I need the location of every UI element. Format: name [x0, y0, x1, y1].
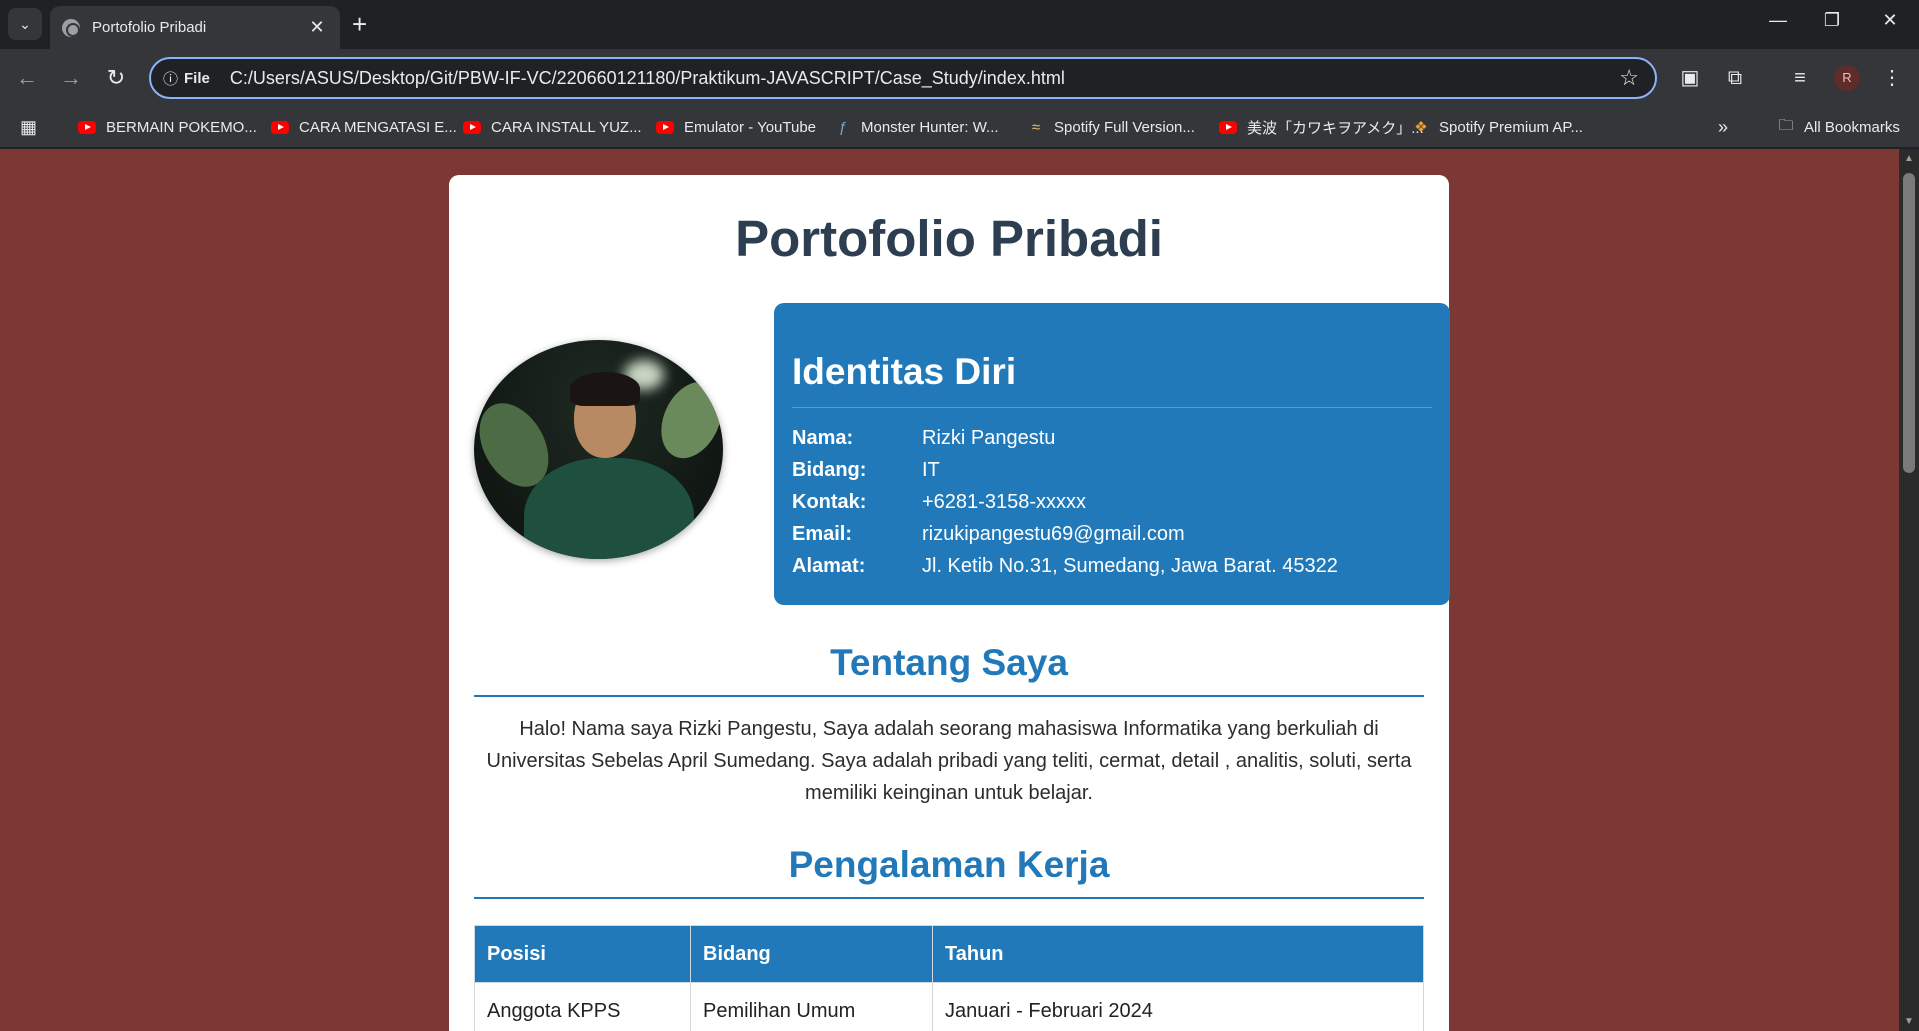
browser-toolbar: ← → ↻ ⓘ File C:/Users/ASUS/Desktop/Git/P…: [0, 49, 1919, 106]
identity-row-field: Bidang: IT: [792, 454, 1432, 486]
identity-row-email: Email: rizukipangestu69@gmail.com: [792, 518, 1432, 550]
scrollbar-thumb[interactable]: [1903, 173, 1915, 473]
more-bookmarks-icon[interactable]: »: [1718, 116, 1728, 138]
experience-table: Posisi Bidang Tahun Anggota KPPS Pemilih…: [474, 925, 1424, 1031]
bookmarks-bar: ▦ BERMAIN POKEMO... CARA MENGATASI E... …: [0, 106, 1919, 148]
reload-icon[interactable]: ↻: [101, 63, 131, 93]
identity-heading: Identitas Diri: [792, 351, 1432, 408]
identity-key: Kontak:: [792, 490, 867, 513]
identity-key: Nama:: [792, 426, 854, 449]
youtube-icon: [78, 120, 96, 134]
bookmark-item[interactable]: Emulator - YouTube: [656, 116, 816, 138]
bookmark-label: CARA MENGATASI E...: [299, 118, 457, 136]
bookmark-item[interactable]: CARA MENGATASI E...: [271, 116, 457, 138]
all-bookmarks-button[interactable]: 🗀 All Bookmarks: [1776, 116, 1900, 138]
globe-icon: [62, 18, 80, 37]
identity-value: +6281-3158-xxxxx: [922, 490, 1086, 513]
info-icon[interactable]: ⓘ: [163, 68, 178, 89]
profile-photo: [474, 340, 723, 559]
extension-image-icon[interactable]: ▣: [1676, 65, 1704, 91]
page-title: Portofolio Pribadi: [735, 210, 1163, 267]
minimize-icon[interactable]: —: [1758, 10, 1798, 31]
bookmark-label: Spotify Premium AP...: [1439, 118, 1583, 136]
bookmark-item[interactable]: 美波「カワキヲアメク」...: [1219, 116, 1424, 138]
identity-row-address: Alamat: Jl. Ketib No.31, Sumedang, Jawa …: [792, 550, 1432, 582]
close-tab-icon[interactable]: ✕: [306, 17, 328, 38]
spotify-premium-icon: ❖: [1414, 119, 1428, 136]
tab-title: Portofolio Pribadi: [92, 19, 207, 36]
tab-search-button[interactable]: ⌄: [8, 8, 42, 40]
media-control-icon[interactable]: ≡: [1786, 65, 1814, 91]
back-icon[interactable]: ←: [12, 63, 42, 93]
profile-section: Identitas Diri Nama: Rizki Pangestu Bida…: [474, 303, 1450, 605]
apps-grid-icon[interactable]: ▦: [20, 116, 37, 138]
identity-key: Email:: [792, 522, 853, 545]
bookmark-item[interactable]: CARA INSTALL YUZ...: [463, 116, 642, 138]
bookmark-label: Emulator - YouTube: [684, 118, 817, 136]
identity-panel: Identitas Diri Nama: Rizki Pangestu Bida…: [774, 303, 1450, 605]
identity-row-name: Nama: Rizki Pangestu: [792, 422, 1432, 454]
identity-value: rizukipangestu69@gmail.com: [922, 522, 1185, 545]
table-cell: Anggota KPPS: [474, 982, 691, 1031]
about-heading: Tentang Saya: [474, 635, 1424, 697]
bookmark-label: 美波「カワキヲアメク」...: [1247, 119, 1424, 137]
about-text: Halo! Nama saya Rizki Pangestu, Saya ada…: [486, 718, 1412, 804]
youtube-icon: [463, 120, 481, 134]
bookmark-label: Monster Hunter: W...: [861, 118, 999, 136]
page-scrollbar[interactable]: ▲ ▼: [1899, 149, 1919, 1031]
bookmark-item[interactable]: ❖ Spotify Premium AP...: [1411, 116, 1583, 138]
scroll-up-icon[interactable]: ▲: [1903, 153, 1915, 164]
youtube-icon: [656, 120, 674, 134]
restore-icon[interactable]: ❐: [1812, 10, 1852, 31]
table-cell: Pemilihan Umum: [690, 982, 933, 1031]
identity-row-contact: Kontak: +6281-3158-xxxxx: [792, 486, 1432, 518]
youtube-icon: [1219, 120, 1237, 134]
address-bar[interactable]: ⓘ File C:/Users/ASUS/Desktop/Git/PBW-IF-…: [149, 57, 1657, 99]
table-row: Anggota KPPS Pemilihan Umum Januari - Fe…: [474, 982, 1424, 1031]
monster-hunter-icon: ƒ: [838, 118, 848, 136]
page-viewport: Portofolio Pribadi Identitas Diri Nama: …: [0, 149, 1899, 1031]
identity-value: Jl. Ketib No.31, Sumedang, Jawa Barat. 4…: [922, 554, 1338, 577]
tab-bar: ⌄ Portofolio Pribadi ✕ + — ❐ ✕: [0, 0, 1919, 49]
portfolio-card: Portofolio Pribadi Identitas Diri Nama: …: [449, 175, 1450, 1031]
column-header: Tahun: [932, 925, 1424, 983]
spotify-icon: ≈: [1031, 118, 1041, 136]
forward-icon[interactable]: →: [56, 63, 86, 93]
youtube-icon: [271, 120, 289, 134]
bookmark-label: Spotify Full Version...: [1054, 118, 1195, 136]
all-bookmarks-label: All Bookmarks: [1804, 118, 1900, 136]
table-header-row: Posisi Bidang Tahun: [474, 925, 1424, 983]
bookmark-label: BERMAIN POKEMO...: [106, 118, 257, 136]
identity-value: Rizki Pangestu: [922, 426, 1056, 449]
table-cell: Januari - Februari 2024: [932, 982, 1424, 1031]
scroll-down-icon[interactable]: ▼: [1903, 1016, 1915, 1027]
url-text[interactable]: C:/Users/ASUS/Desktop/Git/PBW-IF-VC/2206…: [230, 68, 1619, 89]
bookmark-item[interactable]: BERMAIN POKEMO...: [78, 116, 257, 138]
column-header: Bidang: [690, 925, 933, 983]
close-window-icon[interactable]: ✕: [1870, 10, 1910, 31]
menu-kebab-icon[interactable]: ⋮: [1878, 65, 1906, 91]
identity-key: Alamat:: [792, 554, 866, 577]
identity-value: IT: [922, 458, 940, 481]
bookmark-label: CARA INSTALL YUZ...: [491, 118, 642, 136]
experience-heading: Pengalaman Kerja: [474, 837, 1424, 899]
bookmark-star-icon[interactable]: ☆: [1619, 65, 1639, 91]
identity-key: Bidang:: [792, 458, 867, 481]
profile-avatar[interactable]: R: [1834, 65, 1860, 91]
bookmark-item[interactable]: ƒ Monster Hunter: W...: [833, 116, 999, 138]
url-scheme: File: [184, 69, 210, 87]
bookmark-item[interactable]: ≈ Spotify Full Version...: [1026, 116, 1195, 138]
folder-icon: 🗀: [1778, 116, 1794, 134]
extensions-puzzle-icon[interactable]: ⧉: [1721, 65, 1749, 91]
active-tab[interactable]: Portofolio Pribadi ✕: [50, 6, 340, 49]
new-tab-button[interactable]: +: [352, 10, 367, 38]
column-header: Posisi: [474, 925, 691, 983]
